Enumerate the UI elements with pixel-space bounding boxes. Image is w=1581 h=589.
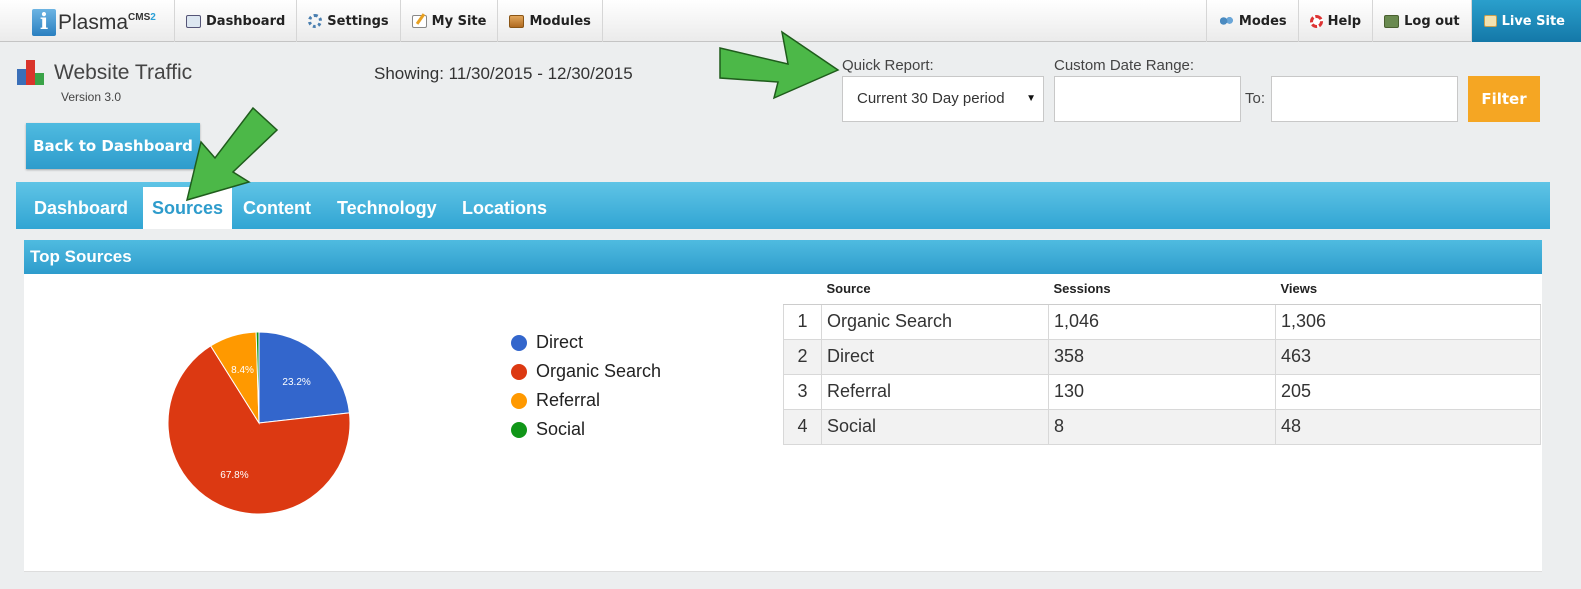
- cell-sessions: 358: [1048, 338, 1276, 374]
- cell-sessions: 8: [1048, 408, 1276, 445]
- version-label: Version 3.0: [61, 90, 122, 104]
- gear-icon: [308, 14, 323, 28]
- nav-my-site[interactable]: My Site: [399, 0, 498, 42]
- help-icon: [1309, 14, 1323, 28]
- sources-table: Source Sessions Views 1 Organic Search 1…: [783, 274, 1541, 445]
- table-row: 3 Referral 130 205: [783, 373, 1541, 409]
- quick-report-value: Current 30 Day period: [857, 90, 1005, 107]
- cell-source: Direct: [821, 338, 1049, 374]
- cell-rank: 4: [783, 408, 822, 445]
- legend-item-direct: Direct: [511, 328, 661, 357]
- pie-slice-label: 8.4%: [231, 365, 254, 376]
- quick-report-select[interactable]: Current 30 Day period ▼: [842, 76, 1044, 122]
- tab-dashboard[interactable]: Dashboard: [25, 187, 137, 229]
- legend-item-organic-search: Organic Search: [511, 357, 661, 386]
- legend-label: Social: [536, 419, 586, 439]
- legend-swatch: [511, 363, 527, 380]
- nav-help[interactable]: Help: [1297, 0, 1372, 42]
- pie-legend: Direct Organic Search Referral Social: [511, 328, 661, 444]
- legend-label: Direct: [536, 332, 584, 352]
- back-to-dashboard-button[interactable]: Back to Dashboard: [26, 123, 200, 169]
- nav-live-site[interactable]: Live Site: [1470, 0, 1581, 42]
- page-title: Website Traffic: [54, 61, 193, 84]
- nav-label: Modes: [1238, 13, 1287, 29]
- legend-swatch: [511, 334, 527, 351]
- logo-text: Plasma: [58, 11, 129, 34]
- legend-item-social: Social: [511, 415, 661, 444]
- topnav-right: Modes Help Log out Live Site: [1205, 0, 1581, 42]
- cell-sessions: 1,046: [1048, 303, 1276, 339]
- cell-source: Social: [821, 408, 1049, 445]
- nav-log-out[interactable]: Log out: [1372, 0, 1470, 42]
- legend-item-referral: Referral: [511, 386, 661, 415]
- cell-views: 205: [1275, 373, 1541, 409]
- legend-swatch: [511, 421, 527, 438]
- sources-pie-chart: 23.2% 67.8% 8.4%: [167, 331, 351, 515]
- bar-chart-icon: [17, 60, 47, 85]
- col-header-rank: [783, 274, 822, 305]
- legend-label: Referral: [536, 390, 601, 410]
- dashboard-icon: [186, 14, 201, 28]
- cell-source: Organic Search: [821, 303, 1049, 339]
- pencil-icon: [411, 14, 427, 28]
- date-to-input[interactable]: [1271, 76, 1458, 122]
- quick-report-label: Quick Report:: [842, 57, 934, 74]
- col-header-sessions: Sessions: [1048, 274, 1276, 305]
- legend-label: Organic Search: [536, 361, 662, 381]
- nav-label: My Site: [431, 13, 487, 29]
- table-row: 2 Direct 358 463: [783, 338, 1541, 374]
- tab-locations[interactable]: Locations: [453, 187, 556, 229]
- plasma-cms-logo[interactable]: i Plasma CMS2: [32, 6, 156, 36]
- date-from-input[interactable]: [1054, 76, 1241, 122]
- pie-slice-label: 67.8%: [220, 470, 248, 481]
- nav-label: Dashboard: [206, 13, 286, 29]
- col-header-views: Views: [1275, 274, 1541, 305]
- date-range-showing: Showing: 11/30/2015 - 12/30/2015: [374, 64, 633, 83]
- annotation-arrow-icon: [185, 106, 279, 202]
- home-icon: [1483, 15, 1497, 27]
- modes-icon: [1217, 15, 1234, 27]
- custom-date-range-label: Custom Date Range:: [1054, 57, 1195, 74]
- logo-superscript: CMS2: [128, 12, 156, 23]
- logo-i-icon: i: [32, 9, 56, 36]
- topnav-left: Dashboard Settings My Site Modules: [174, 0, 603, 42]
- nav-label: Settings: [327, 13, 389, 29]
- nav-modes[interactable]: Modes: [1205, 0, 1298, 42]
- cell-rank: 2: [783, 338, 822, 374]
- top-sources-panel: Top Sources 23.2% 67.8% 8.4% Direct Organi…: [24, 240, 1542, 572]
- annotation-arrow-icon: [719, 30, 840, 100]
- col-header-source: Source: [821, 274, 1049, 305]
- logout-icon: [1384, 14, 1400, 28]
- nav-label: Log out: [1404, 13, 1460, 29]
- nav-label: Modules: [529, 13, 591, 29]
- cell-rank: 1: [783, 303, 822, 339]
- cell-sessions: 130: [1048, 373, 1276, 409]
- cell-views: 1,306: [1275, 303, 1541, 339]
- cell-views: 463: [1275, 338, 1541, 374]
- chevron-down-icon: ▼: [1026, 93, 1036, 104]
- nav-dashboard[interactable]: Dashboard: [174, 0, 296, 42]
- table-row: 1 Organic Search 1,046 1,306: [783, 303, 1541, 339]
- cell-views: 48: [1275, 408, 1541, 445]
- nav-label: Help: [1327, 13, 1362, 29]
- legend-swatch: [511, 392, 527, 409]
- modules-icon: [509, 14, 525, 28]
- nav-label: Live Site: [1501, 13, 1565, 29]
- filter-button[interactable]: Filter: [1468, 76, 1540, 122]
- pie-slice-label: 23.2%: [282, 377, 310, 388]
- to-label: To:: [1245, 90, 1266, 107]
- panel-title: Top Sources: [24, 240, 1542, 274]
- table-header-row: Source Sessions Views: [783, 274, 1541, 305]
- tab-technology[interactable]: Technology: [328, 187, 446, 229]
- cell-source: Referral: [821, 373, 1049, 409]
- table-row: 4 Social 8 48: [783, 408, 1541, 445]
- nav-settings[interactable]: Settings: [296, 0, 399, 42]
- nav-modules[interactable]: Modules: [497, 0, 603, 42]
- cell-rank: 3: [783, 373, 822, 409]
